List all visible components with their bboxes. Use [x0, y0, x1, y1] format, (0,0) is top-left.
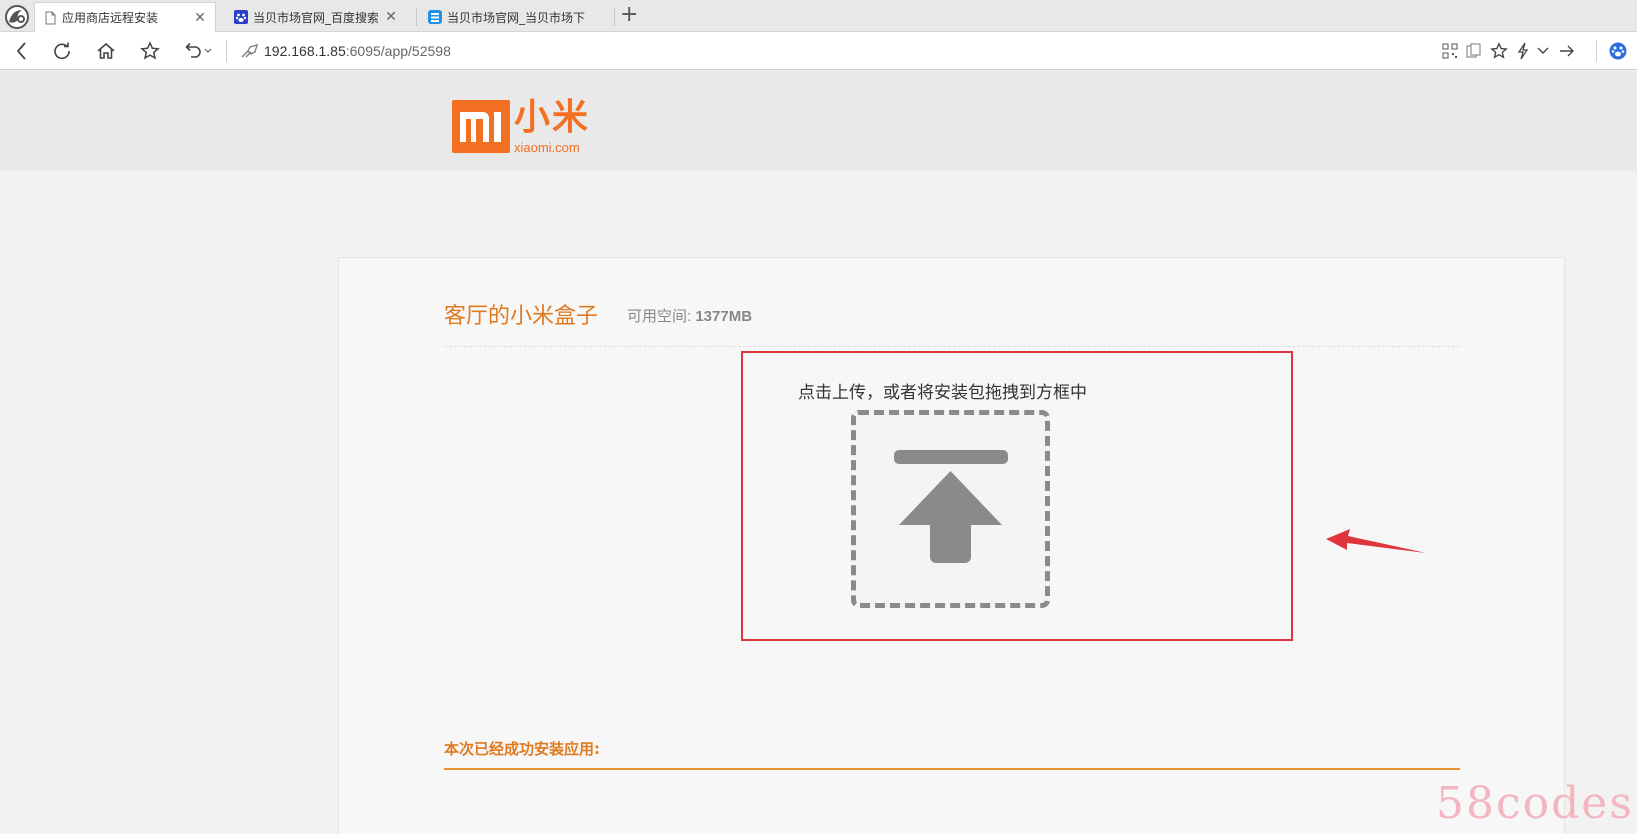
tab-remote-install[interactable]: 应用商店远程安装 ✕	[34, 2, 216, 32]
upload-arrow-icon	[894, 450, 1008, 563]
upload-hint: 点击上传，或者将安装包拖拽到方框中	[798, 383, 1087, 403]
toolbar-separator	[1596, 40, 1597, 62]
watermark: 58codes	[1436, 778, 1634, 829]
available-space-value: 1377MB	[695, 308, 753, 325]
star-icon	[140, 41, 160, 60]
undo-close-button[interactable]	[178, 38, 218, 64]
tab-baidu-search[interactable]: 当贝市场官网_百度搜索 ✕	[226, 2, 406, 32]
tab-dangbei-market[interactable]: 当贝市场官网_当贝市场下	[420, 2, 614, 32]
baidu-search-button[interactable]	[1608, 41, 1628, 61]
browser-toolbar: 192.168.1.85:6095/app/52598	[0, 32, 1637, 70]
rocket-speed-icon	[241, 44, 258, 58]
speed-mode-button[interactable]	[1513, 41, 1533, 61]
chevron-down-icon	[1537, 47, 1549, 54]
installed-underline	[444, 768, 1460, 770]
qrcode-button[interactable]	[1440, 41, 1460, 61]
tab-title: 当贝市场官网_当贝市场下	[447, 10, 586, 25]
reader-mode-button[interactable]	[1464, 41, 1484, 61]
toolbar-separator	[226, 40, 227, 62]
available-space: 可用空间: 1377MB	[627, 305, 752, 326]
red-pointer-arrow	[1326, 529, 1426, 553]
refresh-icon	[54, 42, 70, 60]
qrcode-icon	[1442, 43, 1458, 59]
upload-dropzone[interactable]	[851, 410, 1050, 608]
refresh-button[interactable]	[48, 38, 76, 64]
baidu-paw-icon	[1609, 42, 1627, 60]
go-button[interactable]	[1557, 41, 1577, 61]
lightning-icon	[1517, 42, 1529, 60]
address-bar[interactable]: 192.168.1.85:6095/app/52598	[240, 40, 451, 62]
divider	[444, 346, 1460, 347]
home-button[interactable]	[92, 38, 120, 64]
chevron-left-icon	[16, 42, 26, 60]
dangbei-icon	[428, 10, 442, 24]
close-icon[interactable]: ✕	[193, 10, 207, 26]
installed-apps-label: 本次已经成功安装应用:	[444, 740, 600, 758]
brand-domain: xiaomi.com	[514, 140, 580, 155]
arrow-right-icon	[1560, 45, 1574, 57]
new-tab-button[interactable]: +	[620, 2, 638, 28]
baidu-paw-icon	[234, 10, 248, 24]
site-header	[0, 71, 1637, 171]
favorite-button[interactable]	[1489, 41, 1509, 61]
undo-icon	[185, 42, 212, 58]
tab-title: 应用商店远程安装	[62, 11, 159, 25]
available-space-label: 可用空间:	[627, 308, 696, 325]
tab-separator	[614, 8, 615, 26]
mi-logo[interactable]	[452, 100, 510, 153]
home-icon	[97, 42, 115, 59]
uc-browser-logo-icon[interactable]	[2, 2, 32, 30]
star-icon	[1490, 42, 1508, 59]
brand-name: 小米	[514, 97, 591, 138]
back-button[interactable]	[8, 38, 36, 64]
url-host: 192.168.1.85	[264, 43, 346, 59]
page-icon	[45, 11, 56, 24]
close-icon[interactable]: ✕	[384, 9, 398, 25]
dropdown-button[interactable]	[1533, 41, 1553, 61]
bookmark-button[interactable]	[136, 38, 164, 64]
url-path: :6095/app/52598	[345, 43, 451, 59]
device-name: 客厅的小米盒子	[444, 304, 599, 329]
tab-title: 当贝市场官网_百度搜索	[253, 10, 378, 25]
mi-logo-mark-icon	[460, 112, 501, 142]
reader-icon	[1466, 43, 1481, 58]
tab-bar: 应用商店远程安装 ✕ 当贝市场官网_百度搜索 ✕ 当贝市场官网_当贝市场下 +	[0, 0, 1637, 32]
tab-separator	[416, 8, 417, 26]
